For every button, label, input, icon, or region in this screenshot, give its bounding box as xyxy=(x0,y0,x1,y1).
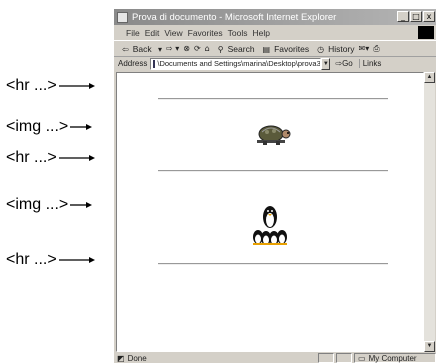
dropdown-icon: ▾ xyxy=(157,44,162,54)
forward-button[interactable]: ⇨ ▾ xyxy=(166,44,179,53)
back-button[interactable]: ⇦ Back ▾ xyxy=(118,44,162,54)
history-label: History xyxy=(328,43,355,54)
horizontal-rule xyxy=(158,98,388,100)
window-title: Prova di documento - Microsoft Internet … xyxy=(132,11,337,23)
horizontal-rule xyxy=(158,263,388,265)
menu-view[interactable]: View xyxy=(164,28,182,38)
status-bar: ◩ Done ▭ My Computer xyxy=(114,352,436,364)
address-dropdown-button[interactable]: ▼ xyxy=(321,57,331,70)
annotation-hr-3: <hr ...> xyxy=(6,251,95,269)
browser-window: Prova di documento - Microsoft Internet … xyxy=(113,8,436,363)
address-label: Address xyxy=(118,59,148,68)
annotation-label: <img ...> xyxy=(6,196,69,213)
close-button[interactable]: x xyxy=(423,11,435,22)
annotation-label: <hr ...> xyxy=(6,77,57,94)
refresh-button[interactable]: ⟳ xyxy=(194,44,201,53)
search-label: Search xyxy=(227,43,255,54)
favorites-icon: ▤ xyxy=(262,44,271,54)
menu-tools[interactable]: Tools xyxy=(228,28,248,38)
search-icon: ⚲ xyxy=(217,44,224,54)
menu-help[interactable]: Help xyxy=(252,28,269,38)
mail-button[interactable]: ✉▾ xyxy=(359,44,370,53)
scroll-up-button[interactable]: ▲ xyxy=(424,72,435,83)
ie-page-icon xyxy=(117,11,128,23)
status-cell xyxy=(318,353,334,363)
menu-edit[interactable]: Edit xyxy=(145,28,160,38)
arrow-right-icon xyxy=(58,155,95,161)
status-text: Done xyxy=(127,353,147,363)
toolbar: ⇦ Back ▾ ⇨ ▾ ⊗ ⟳ ⌂ ⚲ Search ▤ Favorites ◷ Hi… xyxy=(114,40,436,57)
go-button[interactable]: ⇨Go xyxy=(335,59,352,68)
page-content xyxy=(116,72,424,352)
vertical-scrollbar[interactable]: ▲ ▼ xyxy=(424,72,435,352)
favorites-button[interactable]: ▤ Favorites xyxy=(259,44,310,54)
annotation-label: <hr ...> xyxy=(6,251,57,268)
horizontal-rule xyxy=(158,170,388,172)
go-label: Go xyxy=(342,59,353,68)
home-button[interactable]: ⌂ xyxy=(205,44,210,53)
page-icon xyxy=(153,59,156,68)
print-button[interactable]: ⎙ xyxy=(373,44,379,54)
ie-page-icon: ◩ xyxy=(117,353,125,363)
annotation-img-2: <img ...> xyxy=(6,196,93,214)
title-bar[interactable]: Prova di documento - Microsoft Internet … xyxy=(114,9,436,25)
status-cell xyxy=(336,353,352,363)
links-button[interactable]: Links xyxy=(358,59,381,68)
favorites-label: Favorites xyxy=(274,43,310,54)
search-button[interactable]: ⚲ Search xyxy=(214,44,255,54)
annotation-label: <img ...> xyxy=(6,118,69,135)
windows-logo-icon xyxy=(418,26,434,39)
history-icon: ◷ xyxy=(317,44,325,54)
scroll-down-button[interactable]: ▼ xyxy=(424,341,435,352)
penguins-icon xyxy=(253,206,287,245)
address-bar: Address \Documents and Settings\marina\D… xyxy=(114,56,436,71)
minimize-button[interactable]: _ xyxy=(397,11,409,22)
annotation-hr-2: <hr ...> xyxy=(6,149,95,167)
turtle-icon xyxy=(257,125,291,145)
stop-button[interactable]: ⊗ xyxy=(183,44,190,53)
arrow-right-icon xyxy=(58,83,95,89)
back-label: Back xyxy=(132,43,152,54)
computer-icon: ▭ xyxy=(358,353,366,363)
menu-bar: File Edit View Favorites Tools Help xyxy=(114,26,436,39)
arrow-right-icon xyxy=(70,124,93,130)
arrow-right-icon xyxy=(70,202,93,208)
arrow-right-icon xyxy=(58,257,95,263)
history-button[interactable]: ◷ History xyxy=(313,44,354,54)
menu-file[interactable]: File xyxy=(126,28,140,38)
zone-label: My Computer xyxy=(368,353,417,363)
address-input[interactable]: \Documents and Settings\marina\Desktop\p… xyxy=(150,57,322,70)
annotation-hr-1: <hr ...> xyxy=(6,77,95,95)
annotation-img-1: <img ...> xyxy=(6,118,93,136)
back-arrow-icon: ⇦ xyxy=(122,44,129,54)
maximize-button[interactable]: □ xyxy=(410,11,422,22)
address-value: \Documents and Settings\marina\Desktop\p… xyxy=(157,59,322,68)
annotation-label: <hr ...> xyxy=(6,149,57,166)
menu-favorites[interactable]: Favorites xyxy=(188,28,223,38)
zone-indicator: ▭ My Computer xyxy=(354,353,436,363)
